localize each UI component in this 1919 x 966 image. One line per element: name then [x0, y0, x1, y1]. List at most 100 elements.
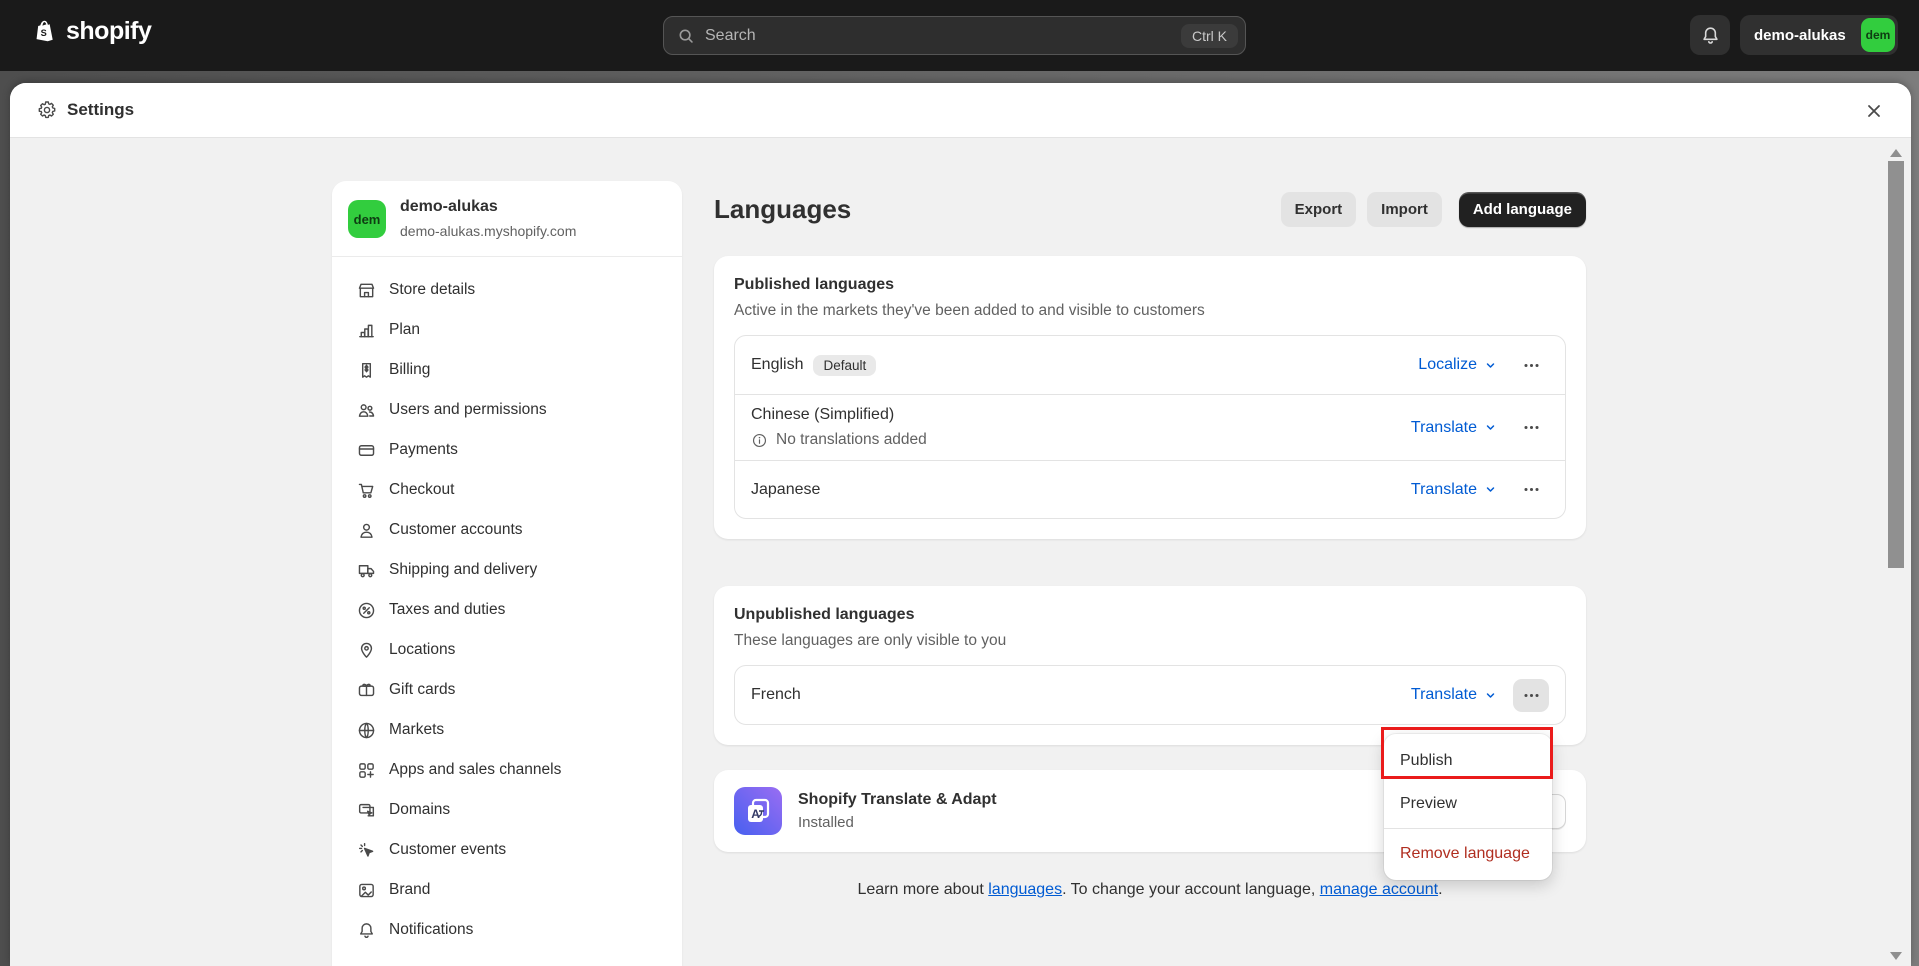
add-language-button[interactable]: Add language [1459, 192, 1586, 227]
sidebar-item-notifications[interactable]: Notifications [346, 910, 668, 950]
unpublished-languages-list: FrenchTranslate [734, 665, 1566, 725]
published-languages-title: Published languages [734, 276, 1566, 294]
sidebar-item-users-and-permissions[interactable]: Users and permissions [346, 390, 668, 430]
sidebar-item-label: Customer accounts [389, 521, 523, 539]
markets-icon [356, 720, 376, 740]
language-name: English [751, 356, 803, 374]
translate-dropdown-button[interactable]: Translate [1411, 686, 1498, 704]
logo-text: shopify [66, 17, 151, 46]
published-languages-card: Published languages Active in the market… [714, 256, 1586, 539]
settings-modal-body: dem demo-alukas demo-alukas.myshopify.co… [10, 138, 1911, 965]
taxes-icon [356, 600, 376, 620]
page-title: Settings [67, 100, 134, 120]
action-label: Localize [1418, 356, 1477, 374]
language-row-japanese: Japanese Translate [735, 460, 1565, 518]
scrollbar[interactable] [1886, 138, 1906, 965]
sidebar-item-plan[interactable]: Plan [346, 310, 668, 350]
search-placeholder: Search [705, 27, 756, 45]
header-actions: Export Import Add language [1281, 192, 1586, 227]
sidebar-item-label: Markets [389, 721, 444, 739]
notifications-button[interactable] [1690, 15, 1730, 55]
menu-item-remove-language[interactable]: Remove language [1384, 832, 1552, 875]
translate-dropdown-button[interactable]: Translate [1411, 481, 1498, 499]
default-badge: Default [813, 355, 876, 376]
sidebar-item-domains[interactable]: Domains [346, 790, 668, 830]
sidebar-item-locations[interactable]: Locations [346, 630, 668, 670]
checkout-icon [356, 480, 376, 500]
language-name: Japanese [751, 481, 820, 499]
sidebar-item-apps-and-sales-channels[interactable]: Apps and sales channels [346, 750, 668, 790]
sidebar-item-store-details[interactable]: Store details [346, 270, 668, 310]
localize-dropdown-button[interactable]: Localize [1418, 356, 1498, 374]
scrollbar-down-arrow[interactable] [1890, 952, 1902, 960]
search-icon [677, 27, 695, 45]
search-input[interactable]: Search Ctrl K [663, 16, 1246, 55]
store-icon [356, 280, 376, 300]
overflow-menu-button[interactable] [1513, 473, 1549, 506]
sidebar-item-label: Gift cards [389, 681, 455, 699]
sidebar-item-label: Shipping and delivery [389, 561, 537, 579]
annotation-highlight [1381, 727, 1553, 779]
export-button[interactable]: Export [1281, 192, 1357, 227]
published-languages-list: EnglishDefaultLocalizeChinese (Simplifie… [734, 335, 1566, 519]
store-info-domain: demo-alukas.myshopify.com [400, 223, 576, 239]
app-name: Shopify Translate & Adapt [798, 791, 997, 809]
svg-text:A: A [751, 807, 760, 821]
sidebar-item-shipping-and-delivery[interactable]: Shipping and delivery [346, 550, 668, 590]
sidebar-item-label: Plan [389, 321, 420, 339]
action-label: Translate [1411, 419, 1477, 437]
action-label: Translate [1411, 481, 1477, 499]
chevron-down-icon [1483, 358, 1498, 373]
translations-note: No translations added [751, 431, 927, 449]
settings-sidebar: dem demo-alukas demo-alukas.myshopify.co… [332, 181, 682, 966]
sidebar-item-checkout[interactable]: Checkout [346, 470, 668, 510]
scrollbar-up-arrow[interactable] [1890, 149, 1902, 157]
close-icon[interactable] [1863, 100, 1885, 122]
info-icon [751, 432, 768, 449]
locations-icon [356, 640, 376, 660]
settings-nav: Store details Plan BillingUsers and permis… [332, 257, 682, 963]
published-languages-description: Active in the markets they've been added… [734, 302, 1566, 320]
overflow-menu-button[interactable] [1513, 679, 1549, 712]
brand-icon [356, 880, 376, 900]
sidebar-item-label: Notifications [389, 921, 473, 939]
chevron-down-icon [1483, 688, 1498, 703]
sidebar-item-gift-cards[interactable]: Gift cards [346, 670, 668, 710]
overflow-menu-button[interactable] [1513, 411, 1549, 444]
translations-note-text: No translations added [776, 431, 927, 449]
store-info: dem demo-alukas demo-alukas.myshopify.co… [332, 181, 682, 257]
plan-icon [356, 320, 376, 340]
sidebar-item-markets[interactable]: Markets [346, 710, 668, 750]
gift-cards-icon [356, 680, 376, 700]
account-menu[interactable]: demo-alukas dem [1740, 15, 1898, 55]
app-status: Installed [798, 814, 997, 831]
sidebar-item-customer-accounts[interactable]: Customer accounts [346, 510, 668, 550]
languages-title: Languages [714, 194, 851, 225]
translate-dropdown-button[interactable]: Translate [1411, 419, 1498, 437]
shopify-logo[interactable]: S shopify [33, 17, 151, 46]
unpublished-languages-card: Unpublished languages These languages ar… [714, 586, 1586, 745]
manage-account-link[interactable]: manage account [1320, 881, 1438, 898]
sidebar-item-customer-events[interactable]: Customer events [346, 830, 668, 870]
footer-text: Learn more about [857, 881, 988, 898]
menu-item-preview[interactable]: Preview [1384, 782, 1552, 825]
import-button[interactable]: Import [1367, 192, 1442, 227]
shipping-icon [356, 560, 376, 580]
sidebar-item-taxes-and-duties[interactable]: Taxes and duties [346, 590, 668, 630]
sidebar-item-payments[interactable]: Payments [346, 430, 668, 470]
overflow-menu-button[interactable] [1513, 349, 1549, 382]
sidebar-item-billing[interactable]: Billing [346, 350, 668, 390]
languages-link[interactable]: languages [988, 881, 1062, 898]
footer-help-text: Learn more about languages. To change yo… [714, 878, 1586, 902]
notifications-icon [356, 920, 376, 940]
sidebar-item-label: Brand [389, 881, 430, 899]
sidebar-item-brand[interactable]: Brand [346, 870, 668, 910]
action-label: Translate [1411, 686, 1477, 704]
store-name: demo-alukas [1754, 27, 1846, 44]
languages-header: Languages Export Import Add language [714, 189, 1586, 229]
footer-text: . [1438, 881, 1442, 898]
bell-icon [1700, 25, 1721, 46]
three-dots-icon [1522, 480, 1541, 499]
scrollbar-thumb[interactable] [1888, 161, 1904, 568]
settings-modal: Settings dem demo-alukas demo-alukas.mys… [10, 83, 1911, 966]
